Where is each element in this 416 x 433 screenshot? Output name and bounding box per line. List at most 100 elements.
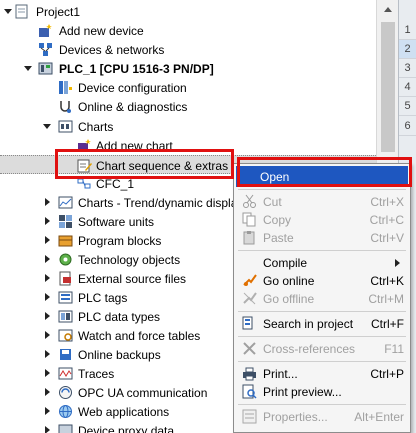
device-config-icon bbox=[58, 80, 73, 95]
menu-item-shortcut: Alt+Enter bbox=[354, 410, 404, 424]
printer-icon bbox=[242, 366, 257, 381]
cfc-icon bbox=[77, 176, 92, 191]
tree-item-label: Web applications bbox=[78, 405, 170, 419]
tree-item-label: CFC_1 bbox=[96, 177, 135, 191]
menu-item-label: Print preview... bbox=[263, 385, 342, 399]
menu-item-go-offline[interactable]: Go offline Ctrl+M bbox=[236, 288, 408, 309]
menu-item-cross-references[interactable]: Cross-references F11 bbox=[236, 338, 408, 359]
watch-table-icon bbox=[58, 328, 73, 343]
device-proxy-icon bbox=[58, 423, 73, 433]
paste-icon bbox=[242, 230, 257, 245]
tree-item-device-configuration[interactable]: Device configuration bbox=[0, 78, 398, 97]
search-project-icon bbox=[242, 316, 257, 331]
scroll-thumb[interactable] bbox=[381, 22, 395, 152]
tree-item-label: Charts bbox=[78, 120, 114, 134]
expand-arrow-icon[interactable] bbox=[45, 312, 50, 320]
row-number: 4 bbox=[399, 78, 416, 97]
project-icon bbox=[14, 4, 29, 19]
program-blocks-icon bbox=[58, 233, 73, 248]
data-types-icon bbox=[58, 309, 73, 324]
tree-item-label: External source files bbox=[78, 272, 187, 286]
menu-item-label: Search in project bbox=[263, 317, 354, 331]
tree-item-label: Traces bbox=[78, 367, 115, 381]
expand-arrow-icon[interactable] bbox=[45, 293, 50, 301]
plc-tags-icon bbox=[58, 290, 73, 305]
collapse-arrow-icon[interactable] bbox=[4, 9, 12, 14]
collapse-arrow-icon[interactable] bbox=[24, 66, 32, 71]
tree-item-add-device[interactable]: Add new device bbox=[0, 21, 398, 40]
tree-item-plc[interactable]: PLC_1 [CPU 1516-3 PN/DP] bbox=[0, 59, 398, 78]
expand-arrow-icon[interactable] bbox=[45, 350, 50, 358]
tree-item-online-diagnostics[interactable]: Online & diagnostics bbox=[0, 97, 398, 116]
tree-item-label: Program blocks bbox=[78, 234, 162, 248]
menu-item-label: Compile bbox=[263, 256, 308, 270]
menu-separator bbox=[238, 404, 406, 405]
plc-icon bbox=[38, 61, 53, 76]
menu-item-label: Go offline bbox=[263, 292, 315, 306]
menu-item-paste[interactable]: Paste Ctrl+V bbox=[236, 227, 408, 248]
menu-separator bbox=[238, 250, 406, 251]
chart-folder-icon bbox=[58, 119, 73, 134]
menu-item-print-preview[interactable]: Print preview... bbox=[236, 381, 408, 402]
tree-item-label: Watch and force tables bbox=[78, 329, 201, 343]
technology-objects-icon bbox=[58, 252, 73, 267]
add-device-icon bbox=[38, 23, 53, 38]
expand-arrow-icon[interactable] bbox=[45, 255, 50, 263]
network-icon bbox=[38, 42, 53, 57]
expand-arrow-icon[interactable] bbox=[45, 331, 50, 339]
opc-ua-icon bbox=[58, 385, 73, 400]
expand-arrow-icon[interactable] bbox=[45, 274, 50, 282]
tree-item-label: PLC_1 [CPU 1516-3 PN/DP] bbox=[59, 62, 214, 76]
tree-item-label: Technology objects bbox=[78, 253, 181, 267]
expand-arrow-icon[interactable] bbox=[45, 388, 50, 396]
go-online-icon bbox=[242, 273, 257, 288]
menu-item-shortcut: F11 bbox=[384, 342, 404, 356]
software-units-icon bbox=[58, 214, 73, 229]
tree-item-add-new-chart[interactable]: Add new chart bbox=[0, 136, 398, 155]
tree-item-charts[interactable]: Charts bbox=[0, 117, 398, 136]
tree-item-label: Online & diagnostics bbox=[78, 100, 188, 114]
menu-separator bbox=[238, 361, 406, 362]
menu-item-open[interactable]: Open bbox=[236, 166, 408, 187]
chart-edit-icon bbox=[77, 158, 92, 173]
menu-item-shortcut: Ctrl+C bbox=[369, 213, 404, 227]
menu-item-label: Copy bbox=[263, 213, 292, 227]
row-number: 5 bbox=[399, 97, 416, 116]
tree-item-project[interactable]: Project1 bbox=[0, 2, 398, 21]
row-number: 6 bbox=[399, 117, 416, 136]
expand-arrow-icon[interactable] bbox=[45, 369, 50, 377]
expand-arrow-icon[interactable] bbox=[45, 426, 50, 433]
menu-item-search-project[interactable]: Search in project Ctrl+F bbox=[236, 313, 408, 334]
menu-item-shortcut: Ctrl+V bbox=[370, 231, 404, 245]
scroll-up-arrow-icon[interactable] bbox=[381, 3, 395, 17]
menu-separator bbox=[238, 311, 406, 312]
tree-item-devices-networks[interactable]: Devices & networks bbox=[0, 40, 398, 59]
backup-icon bbox=[58, 347, 73, 362]
tree-item-label: Device configuration bbox=[78, 81, 187, 95]
tree-item-label: Chart sequence & extras bbox=[96, 159, 229, 173]
expand-arrow-icon[interactable] bbox=[45, 236, 50, 244]
menu-item-shortcut: Ctrl+P bbox=[370, 367, 404, 381]
tree-item-label: OPC UA communication bbox=[78, 386, 208, 400]
tree-item-label: Software units bbox=[78, 215, 155, 229]
tree-item-label: Project1 bbox=[36, 5, 81, 19]
menu-item-label: Properties... bbox=[263, 410, 328, 424]
menu-item-label: Open bbox=[260, 170, 290, 184]
trend-chart-icon bbox=[58, 195, 73, 210]
tree-item-label: Charts - Trend/dynamic displa bbox=[78, 196, 238, 210]
add-chart-icon bbox=[77, 138, 92, 153]
tree-item-label: Device proxy data bbox=[78, 424, 175, 433]
copy-icon bbox=[242, 212, 257, 227]
scissors-icon bbox=[242, 194, 257, 209]
menu-item-properties[interactable]: Properties... Alt+Enter bbox=[236, 406, 408, 427]
tree-item-label: Add new device bbox=[59, 24, 144, 38]
globe-icon bbox=[58, 404, 73, 419]
menu-item-label: Print... bbox=[263, 367, 298, 381]
expand-arrow-icon[interactable] bbox=[45, 198, 50, 206]
menu-item-label: Cut bbox=[263, 195, 282, 209]
collapse-arrow-icon[interactable] bbox=[43, 124, 51, 129]
expand-arrow-icon[interactable] bbox=[45, 217, 50, 225]
expand-arrow-icon[interactable] bbox=[45, 407, 50, 415]
menu-item-shortcut: Ctrl+X bbox=[370, 195, 404, 209]
submenu-arrow-icon bbox=[395, 259, 400, 267]
